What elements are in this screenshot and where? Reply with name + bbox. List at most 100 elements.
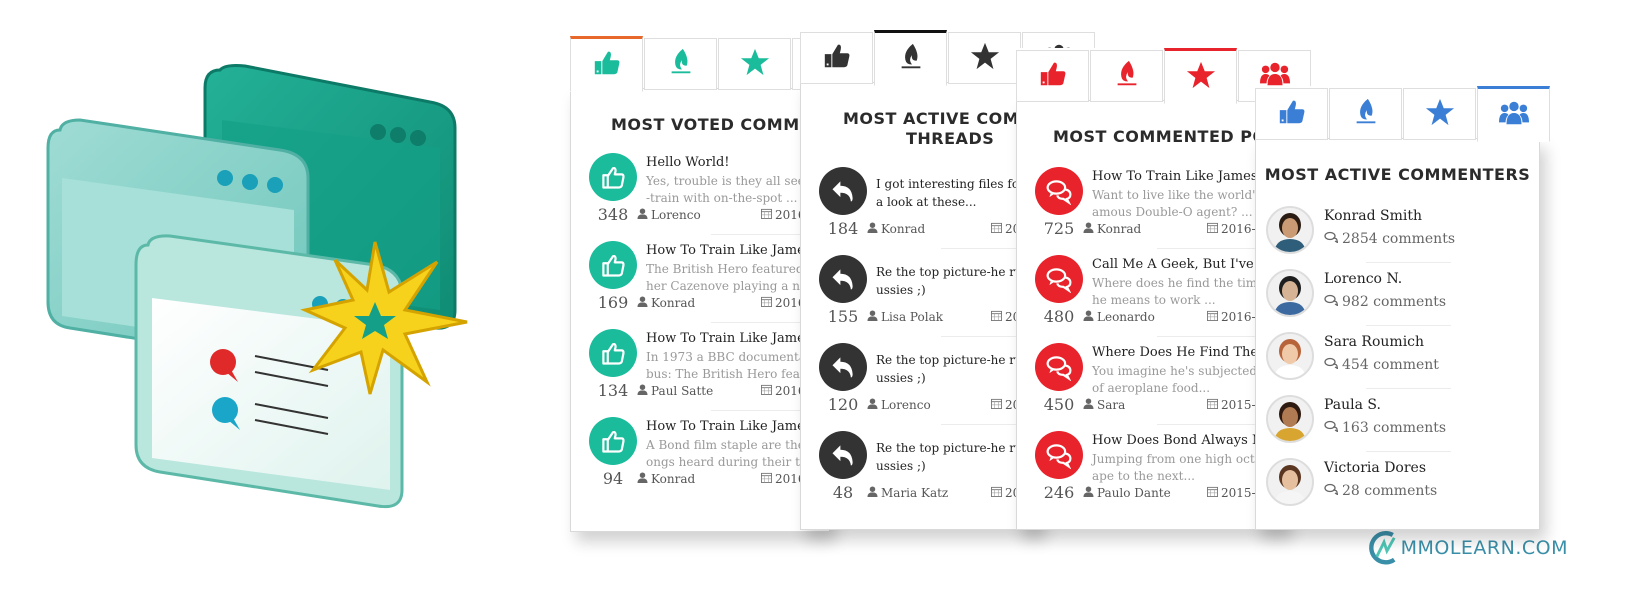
tab-star[interactable]	[718, 38, 791, 90]
calendar-icon	[991, 222, 1002, 236]
author-name: Lorenco	[881, 398, 931, 412]
tab-star[interactable]	[1403, 88, 1476, 140]
list-item[interactable]: 246 How Does Bond Always Manage Jumping fr…	[1017, 431, 1285, 519]
commenter-item[interactable]: Sara Roumich 454 comment	[1266, 332, 1539, 395]
author-name: Konrad	[1097, 222, 1142, 236]
divider	[1366, 451, 1451, 452]
list-item[interactable]: 48 Re the top picture-he runs ussies ;) Mar…	[801, 431, 1039, 519]
widget-title: MOST VOTED COMMENTS	[611, 115, 830, 134]
star-icon	[740, 47, 770, 81]
excerpt-line: bus: The British Hero featur	[646, 367, 819, 381]
comment-count: 982 comments	[1324, 294, 1446, 310]
comments-icon	[1324, 231, 1339, 247]
author-name: Konrad	[651, 296, 696, 310]
commenter-name[interactable]: Victoria Dores	[1324, 460, 1426, 476]
thumb-outline-icon	[589, 241, 637, 289]
author[interactable]: Lorenco	[867, 398, 931, 412]
commenter-item[interactable]: Paula S. 163 comments	[1266, 395, 1539, 458]
tab-star[interactable]	[948, 32, 1021, 84]
tab-fire[interactable]	[874, 30, 947, 86]
tab-thumbs-up[interactable]	[1016, 50, 1089, 102]
author[interactable]: Leonardo	[1083, 310, 1155, 324]
comments-icon	[1324, 483, 1339, 499]
commenter-item[interactable]: Konrad Smith 2854 comments	[1266, 206, 1539, 269]
list-item[interactable]: 120 Re the top picture-he runs ussies ;) Lo…	[801, 343, 1039, 431]
commenter-name[interactable]: Sara Roumich	[1324, 334, 1424, 350]
count-value: 348	[597, 205, 629, 224]
comment-count-value: 2854 comments	[1342, 231, 1456, 247]
tab-fire[interactable]	[644, 38, 717, 90]
excerpt-line: Jumping from one high octane	[1092, 452, 1277, 466]
item-title-link[interactable]: Hello World!	[646, 155, 730, 170]
author[interactable]: Konrad	[867, 222, 925, 236]
author-name: Lisa Polak	[881, 310, 944, 324]
date: 2016	[761, 384, 806, 398]
tab-fire[interactable]	[1329, 88, 1402, 140]
comment-count: 28 comments	[1324, 483, 1437, 499]
author[interactable]: Paulo Dante	[1083, 486, 1171, 500]
author[interactable]: Maria Katz	[867, 486, 948, 500]
hero-illustration-icon	[46, 64, 468, 509]
author[interactable]: Lorenco	[637, 208, 701, 222]
date: 2016	[761, 296, 806, 310]
date: 2016	[761, 472, 806, 486]
commenter-name[interactable]: Paula S.	[1324, 397, 1381, 413]
fire-icon	[1112, 59, 1142, 93]
author[interactable]: Konrad	[637, 296, 695, 310]
list-item[interactable]: 348 Hello World! Yes, trouble is they all …	[571, 153, 829, 241]
author[interactable]: Paul Satte	[637, 384, 713, 398]
user-icon	[1083, 310, 1094, 324]
tab-thumbs-up[interactable]	[570, 36, 643, 92]
list-item[interactable]: 155 Re the top picture-he runs ussies ;) Li…	[801, 255, 1039, 343]
female-red-hair-avatar[interactable]	[1266, 332, 1314, 380]
author[interactable]: Sara	[1083, 398, 1125, 412]
excerpt-line: Where does he find the time a	[1092, 276, 1276, 290]
comment-text-line: ussies ;)	[876, 459, 926, 473]
author-name: Lorenco	[651, 208, 701, 222]
author-name: Maria Katz	[881, 486, 949, 500]
user-icon	[867, 398, 878, 412]
user-icon	[637, 472, 648, 486]
commenter-item[interactable]: Lorenco N. 982 comments	[1266, 269, 1539, 332]
count-value: 169	[597, 293, 629, 312]
list-item[interactable]: 725 How To Train Like James Bond Want to l…	[1017, 167, 1285, 255]
list-item[interactable]: 94 How To Train Like James Bond A Bond fil…	[571, 417, 829, 505]
female-curly-hair-avatar[interactable]	[1266, 395, 1314, 443]
comments-icon	[1324, 294, 1339, 310]
comment-count-value: 163 comments	[1342, 420, 1447, 436]
author[interactable]: Konrad	[1083, 222, 1141, 236]
thumbs-up-icon	[1277, 97, 1307, 131]
tab-fire[interactable]	[1090, 50, 1163, 102]
female-brown-hair-avatar[interactable]	[1266, 458, 1314, 506]
male-dark-hair-avatar[interactable]	[1266, 269, 1314, 317]
list-item[interactable]: 169 How To Train Like James Bond The Briti…	[571, 241, 829, 329]
count-value: 134	[597, 381, 629, 400]
count-value: 48	[832, 483, 854, 502]
tab-star[interactable]	[1164, 48, 1237, 104]
comments-icon	[1035, 255, 1083, 303]
calendar-icon	[761, 208, 772, 222]
list-item[interactable]: 480 Call Me A Geek, But I've Often Where d…	[1017, 255, 1285, 343]
commenter-name[interactable]: Konrad Smith	[1324, 208, 1422, 224]
calendar-icon	[991, 398, 1002, 412]
commenter-name[interactable]: Lorenco N.	[1324, 271, 1402, 287]
commenter-item[interactable]: Victoria Dores 28 comments	[1266, 458, 1539, 521]
thumb-outline-icon	[589, 153, 637, 201]
tab-thumbs-up[interactable]	[1255, 88, 1328, 140]
list-item[interactable]: 184 I got interesting files for you, a loo…	[801, 167, 1039, 255]
most-commented-posts-widget: MOST COMMENTED POSTS 725 How To Train Lik…	[1016, 48, 1311, 530]
list-item[interactable]: 450 Where Does He Find The Time You imagin…	[1017, 343, 1285, 431]
tab-users[interactable]	[1477, 86, 1550, 142]
user-icon	[867, 222, 878, 236]
user-icon	[1083, 222, 1094, 236]
author[interactable]: Konrad	[637, 472, 695, 486]
male-curly-hair-avatar[interactable]	[1266, 206, 1314, 254]
widget-title-line2: THREADS	[906, 129, 995, 148]
thumbs-up-icon	[1038, 59, 1068, 93]
list-item[interactable]: 134 How To Train Like James Bond In 1973 a…	[571, 329, 829, 417]
watermark-text: MMOLEARN.COM	[1400, 537, 1568, 559]
author-name: Sara	[1097, 398, 1126, 412]
user-icon	[867, 310, 878, 324]
author[interactable]: Lisa Polak	[867, 310, 943, 324]
tab-thumbs-up[interactable]	[800, 32, 873, 84]
